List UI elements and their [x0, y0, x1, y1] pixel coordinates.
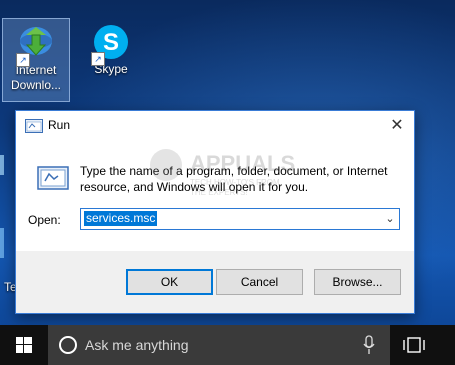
- run-dialog-titlebar[interactable]: Run ✕: [16, 111, 414, 141]
- open-label: Open:: [28, 213, 61, 227]
- taskbar: Ask me anything: [0, 325, 455, 365]
- browse-button[interactable]: Browse...: [314, 269, 401, 295]
- close-button[interactable]: ✕: [380, 111, 414, 141]
- svg-text:APPUALS: APPUALS: [190, 151, 295, 176]
- svg-text:TECH HOW-TO'S FROM: TECH HOW-TO'S FROM: [190, 178, 280, 187]
- shortcut-arrow-icon: ↗: [91, 52, 105, 66]
- dialog-title: Run: [48, 118, 71, 132]
- open-input-value[interactable]: services.msc: [84, 211, 158, 226]
- partial-desktop-icon[interactable]: [0, 228, 4, 258]
- desktop-icon-label: Internet Downlo...: [10, 63, 62, 92]
- run-icon: [25, 119, 43, 133]
- chevron-down-icon[interactable]: ⌄: [381, 209, 399, 229]
- close-icon: ✕: [390, 117, 404, 134]
- appuals-watermark: APPUALS TECH HOW-TO'S FROM THE EXPERTS!: [150, 149, 295, 197]
- microphone-icon[interactable]: [363, 335, 375, 355]
- ok-button[interactable]: OK: [126, 269, 213, 295]
- desktop-icon-internet-download-manager[interactable]: ↗ Internet Downlo...: [2, 18, 70, 102]
- cortana-icon: [59, 336, 77, 354]
- internet-download-manager-icon: ↗: [16, 23, 56, 67]
- shortcut-arrow-icon: ↗: [16, 53, 30, 67]
- svg-text:S: S: [103, 29, 119, 56]
- skype-icon: S ↗: [91, 22, 131, 66]
- search-placeholder: Ask me anything: [85, 337, 189, 353]
- windows-logo-icon: [16, 337, 32, 353]
- start-button[interactable]: [0, 325, 48, 365]
- run-program-icon: [37, 166, 69, 190]
- open-combobox[interactable]: services.msc ⌄: [80, 208, 400, 230]
- desktop: ↗ Internet Downlo... S ↗ Skype Te Run ✕ …: [0, 0, 455, 365]
- cancel-button[interactable]: Cancel: [216, 269, 303, 295]
- search-box[interactable]: Ask me anything: [48, 325, 390, 365]
- run-dialog: Run ✕ Type the name of a program, folder…: [15, 110, 415, 314]
- svg-text:THE EXPERTS!: THE EXPERTS!: [190, 188, 248, 197]
- partial-desktop-icon[interactable]: [0, 155, 4, 175]
- desktop-icon-label: Skype: [94, 62, 128, 76]
- desktop-icon-skype[interactable]: S ↗ Skype: [78, 18, 144, 88]
- task-view-icon[interactable]: [402, 335, 426, 355]
